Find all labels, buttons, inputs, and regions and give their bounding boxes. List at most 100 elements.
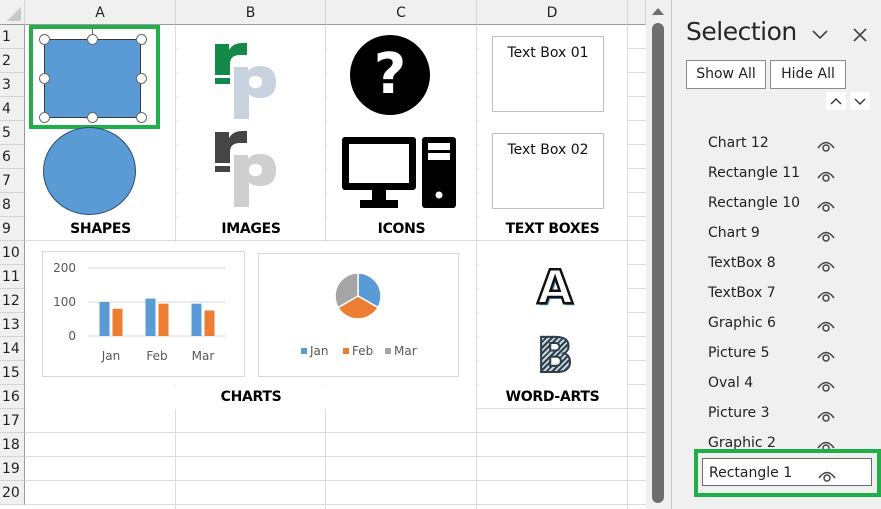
legend-label-jan: Jan — [309, 344, 329, 358]
chevron-down-icon — [854, 98, 866, 105]
column-header-e-partial[interactable] — [628, 0, 646, 25]
row-gridline — [25, 240, 646, 241]
x-tick-label: Feb — [146, 349, 167, 363]
pane-options-chevron-down-icon[interactable] — [811, 29, 829, 41]
visibility-eye-icon[interactable] — [816, 165, 836, 182]
y-tick-label: 200 — [53, 261, 76, 275]
textbox-02[interactable]: Text Box 02 — [492, 133, 604, 209]
visibility-eye-icon[interactable] — [816, 345, 836, 362]
selection-list-item[interactable]: Chart 12 — [702, 129, 872, 157]
row-header-13[interactable]: 13 — [0, 313, 25, 337]
logo-p-letter — [234, 154, 276, 207]
item-name: Picture 3 — [708, 405, 770, 421]
icons-label: ICONS — [377, 221, 426, 237]
row-header-7[interactable]: 7 — [0, 169, 25, 193]
visibility-eye-icon[interactable] — [816, 375, 836, 392]
picture-logo-color[interactable] — [212, 40, 282, 120]
scroll-up-arrow-icon[interactable] — [652, 8, 664, 15]
row-header-12[interactable]: 12 — [0, 289, 25, 313]
hide-all-button[interactable]: Hide All — [770, 60, 846, 89]
row-header-9[interactable]: 9 — [0, 217, 25, 241]
bar-feb-series2 — [158, 303, 169, 336]
visibility-eye-icon[interactable] — [816, 315, 836, 332]
bring-forward-button[interactable] — [826, 92, 846, 110]
row-header-5[interactable]: 5 — [0, 121, 25, 145]
selection-list-item[interactable]: TextBox 7 — [702, 279, 872, 307]
visibility-eye-icon[interactable] — [816, 255, 836, 272]
picture-logo-grayscale[interactable] — [212, 128, 282, 208]
row-header-20[interactable]: 20 — [0, 481, 25, 505]
highlight-frame-rectangle — [29, 25, 160, 129]
selection-list-item[interactable]: Rectangle 11 — [702, 159, 872, 187]
oval-4-shape[interactable] — [43, 127, 136, 215]
row-header-6[interactable]: 6 — [0, 145, 25, 169]
select-all-corner[interactable] — [0, 0, 25, 25]
row-header-4[interactable]: 4 — [0, 97, 25, 121]
monitor-base — [360, 200, 398, 208]
selection-list-item[interactable]: Picture 5 — [702, 339, 872, 367]
pie-chart-plot: Jan Feb Mar — [301, 272, 417, 358]
scrollbar-thumb[interactable] — [652, 23, 664, 503]
corner-triangle-icon — [7, 7, 21, 21]
selection-list-item[interactable]: Rectangle 10 — [702, 189, 872, 217]
chevron-up-icon — [830, 98, 842, 105]
close-icon[interactable] — [852, 27, 868, 43]
row-header-2[interactable]: 2 — [0, 49, 25, 73]
text-boxes-label: TEXT BOXES — [505, 221, 600, 237]
visibility-eye-icon[interactable] — [816, 405, 836, 422]
images-label: IMAGES — [221, 221, 281, 237]
wordart-a[interactable]: A — [530, 261, 580, 314]
bar-jan-series1 — [99, 302, 110, 336]
row-gridline — [25, 504, 646, 505]
row-header-18[interactable]: 18 — [0, 433, 25, 457]
legend-swatch-feb — [343, 348, 349, 354]
row-header-1[interactable]: 1 — [0, 25, 25, 49]
visibility-eye-icon[interactable] — [816, 285, 836, 302]
column-header-d[interactable]: D — [477, 0, 628, 25]
bar-chart[interactable]: 0 100 200 Jan Feb Mar — [42, 251, 245, 377]
item-name: TextBox 8 — [708, 255, 776, 271]
column-header-c[interactable]: C — [326, 0, 477, 25]
selection-list-item[interactable]: TextBox 8 — [702, 249, 872, 277]
row-header-10[interactable]: 10 — [0, 241, 25, 265]
selection-list-item[interactable]: Picture 3 — [702, 399, 872, 427]
textbox-01[interactable]: Text Box 01 — [492, 36, 604, 112]
show-all-button[interactable]: Show All — [686, 60, 766, 89]
row-header-19[interactable]: 19 — [0, 457, 25, 481]
row-header-14[interactable]: 14 — [0, 337, 25, 361]
y-tick-label: 100 — [53, 295, 76, 309]
row-header-16[interactable]: 16 — [0, 385, 25, 409]
wordart-b[interactable]: B — [530, 329, 580, 383]
selection-list-item[interactable]: Chart 9 — [702, 219, 872, 247]
column-header-a[interactable]: A — [25, 0, 176, 25]
bar-jan-series2 — [112, 308, 123, 336]
item-name: Graphic 6 — [708, 315, 776, 331]
bar-feb-series1 — [145, 298, 156, 336]
item-name: TextBox 7 — [708, 285, 776, 301]
desktop-computer-icon[interactable] — [340, 135, 460, 210]
column-header-b[interactable]: B — [176, 0, 326, 25]
send-backward-button[interactable] — [850, 92, 870, 110]
worksheet-grid[interactable]: A B C D 1 2 3 4 5 6 7 8 9 10 11 12 13 14 15 16 17 18 19 20 … — [0, 0, 646, 509]
pane-title: Selection — [686, 17, 797, 46]
selection-list-item[interactable]: Graphic 6 — [702, 309, 872, 337]
row-header-3[interactable]: 3 — [0, 73, 25, 97]
visibility-eye-icon[interactable] — [816, 225, 836, 242]
pie-chart[interactable]: Jan Feb Mar — [258, 253, 459, 377]
item-name: Chart 9 — [708, 225, 760, 241]
word-arts-label: WORD-ARTS — [505, 389, 600, 405]
bar-chart-plot: 0 100 200 Jan Feb Mar — [53, 261, 226, 363]
row-header-15[interactable]: 15 — [0, 361, 25, 385]
column-gridline — [627, 25, 628, 509]
row-header-17[interactable]: 17 — [0, 409, 25, 433]
selection-list-item[interactable]: Oval 4 — [702, 369, 872, 397]
tower-power-button — [435, 191, 443, 199]
question-circle-icon[interactable]: ? — [350, 35, 430, 115]
row-gridline — [25, 456, 646, 457]
logo-p-letter — [234, 66, 276, 119]
logo-r-base — [215, 78, 230, 84]
row-header-11[interactable]: 11 — [0, 265, 25, 289]
visibility-eye-icon[interactable] — [816, 135, 836, 152]
visibility-eye-icon[interactable] — [816, 195, 836, 212]
row-header-8[interactable]: 8 — [0, 193, 25, 217]
